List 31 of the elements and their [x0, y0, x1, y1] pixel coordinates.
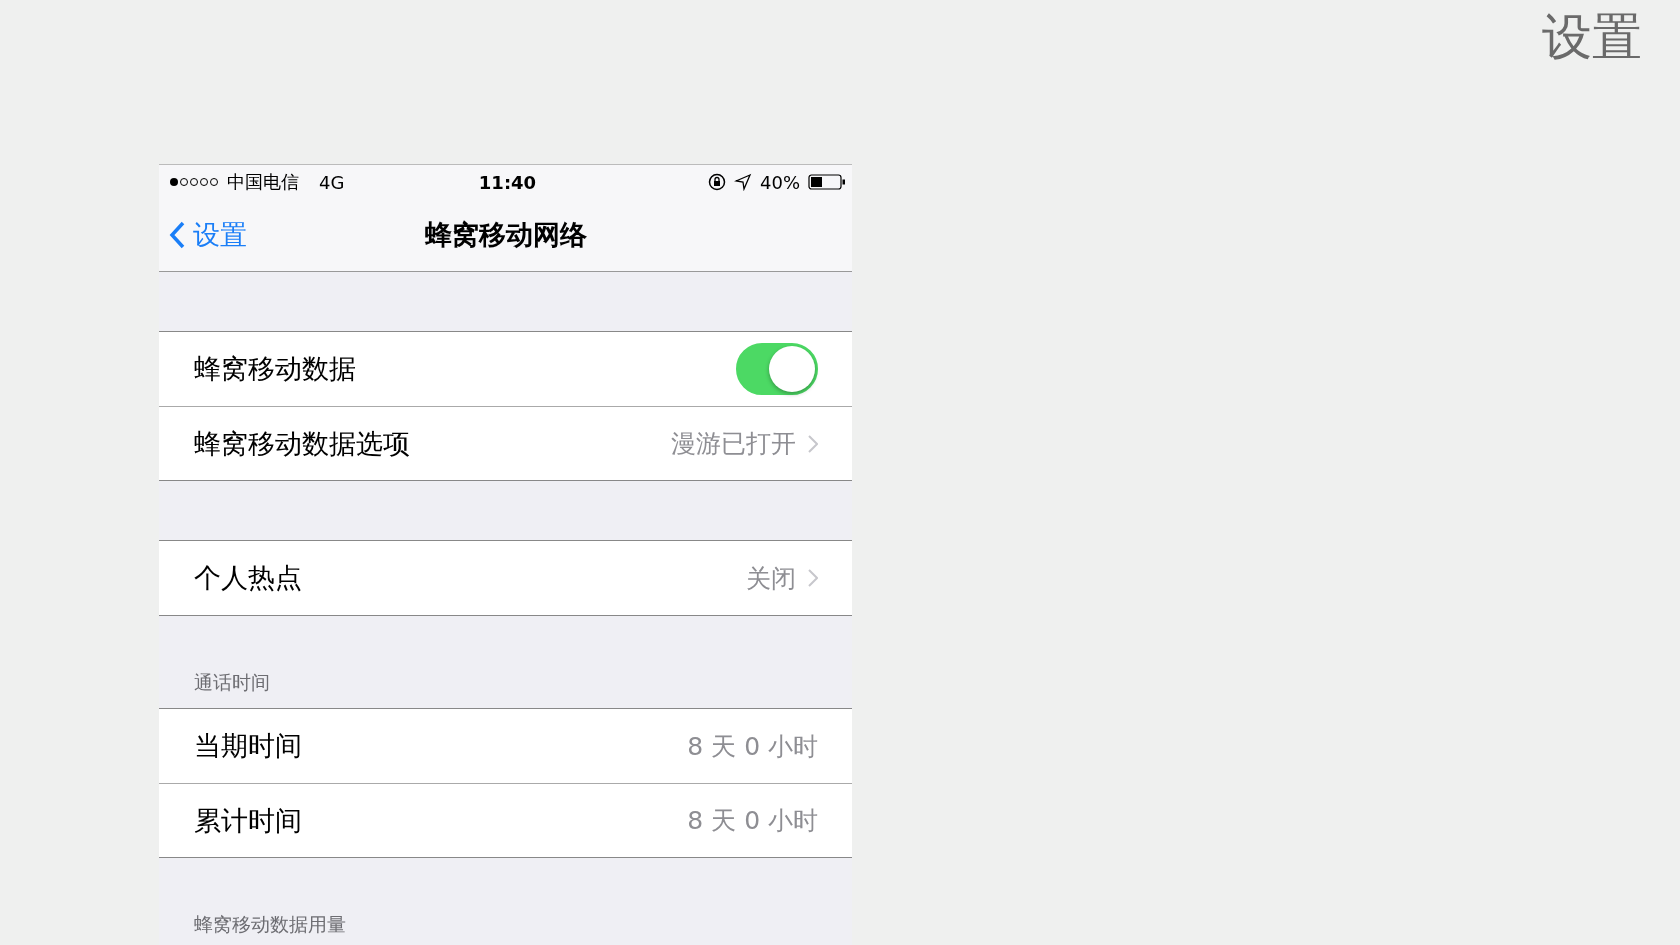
settings-row[interactable]: 蜂窝移动数据: [159, 332, 852, 406]
section-header: 蜂窝移动数据用量: [194, 912, 346, 937]
row-value: 漫游已打开: [671, 428, 796, 460]
chevron-icon: [808, 434, 818, 453]
nav-title: 蜂窝移动网络: [424, 218, 587, 252]
back-chevron-icon: [169, 221, 185, 249]
row-label: 蜂窝移动数据选项: [194, 426, 411, 461]
row-label: 累计时间: [194, 803, 303, 838]
chevron-icon: [808, 569, 818, 587]
rotation-lock-icon: [708, 173, 726, 191]
row-value: 8 天 0 小时: [687, 730, 818, 763]
battery-percent: 40%: [760, 171, 800, 193]
toggle-switch[interactable]: [736, 343, 818, 395]
network-type: 4G: [319, 171, 345, 193]
settings-row[interactable]: 个人热点 关闭: [159, 541, 852, 615]
row-value: 关闭: [746, 562, 796, 595]
settings-row[interactable]: 蜂窝移动数据选项 漫游已打开: [159, 406, 852, 480]
back-button[interactable]: 设置: [169, 217, 247, 253]
status-time: 11:40: [478, 171, 537, 193]
slide-title: 设置: [1542, 7, 1642, 68]
location-arrow-icon: [734, 173, 752, 191]
section-header: 通话时间: [194, 670, 270, 695]
settings-row[interactable]: 当期时间 8 天 0 小时: [159, 709, 852, 783]
row-label: 蜂窝移动数据: [194, 352, 357, 386]
battery-icon: [808, 173, 846, 191]
row-label: 当期时间: [194, 729, 303, 763]
signal-icon: [169, 177, 221, 187]
row-label: 个人热点: [194, 561, 303, 595]
settings-row[interactable]: 累计时间 8 天 0 小时: [159, 783, 852, 857]
carrier-name: 中国电信: [227, 170, 299, 194]
row-value: 8 天 0 小时: [687, 805, 818, 837]
